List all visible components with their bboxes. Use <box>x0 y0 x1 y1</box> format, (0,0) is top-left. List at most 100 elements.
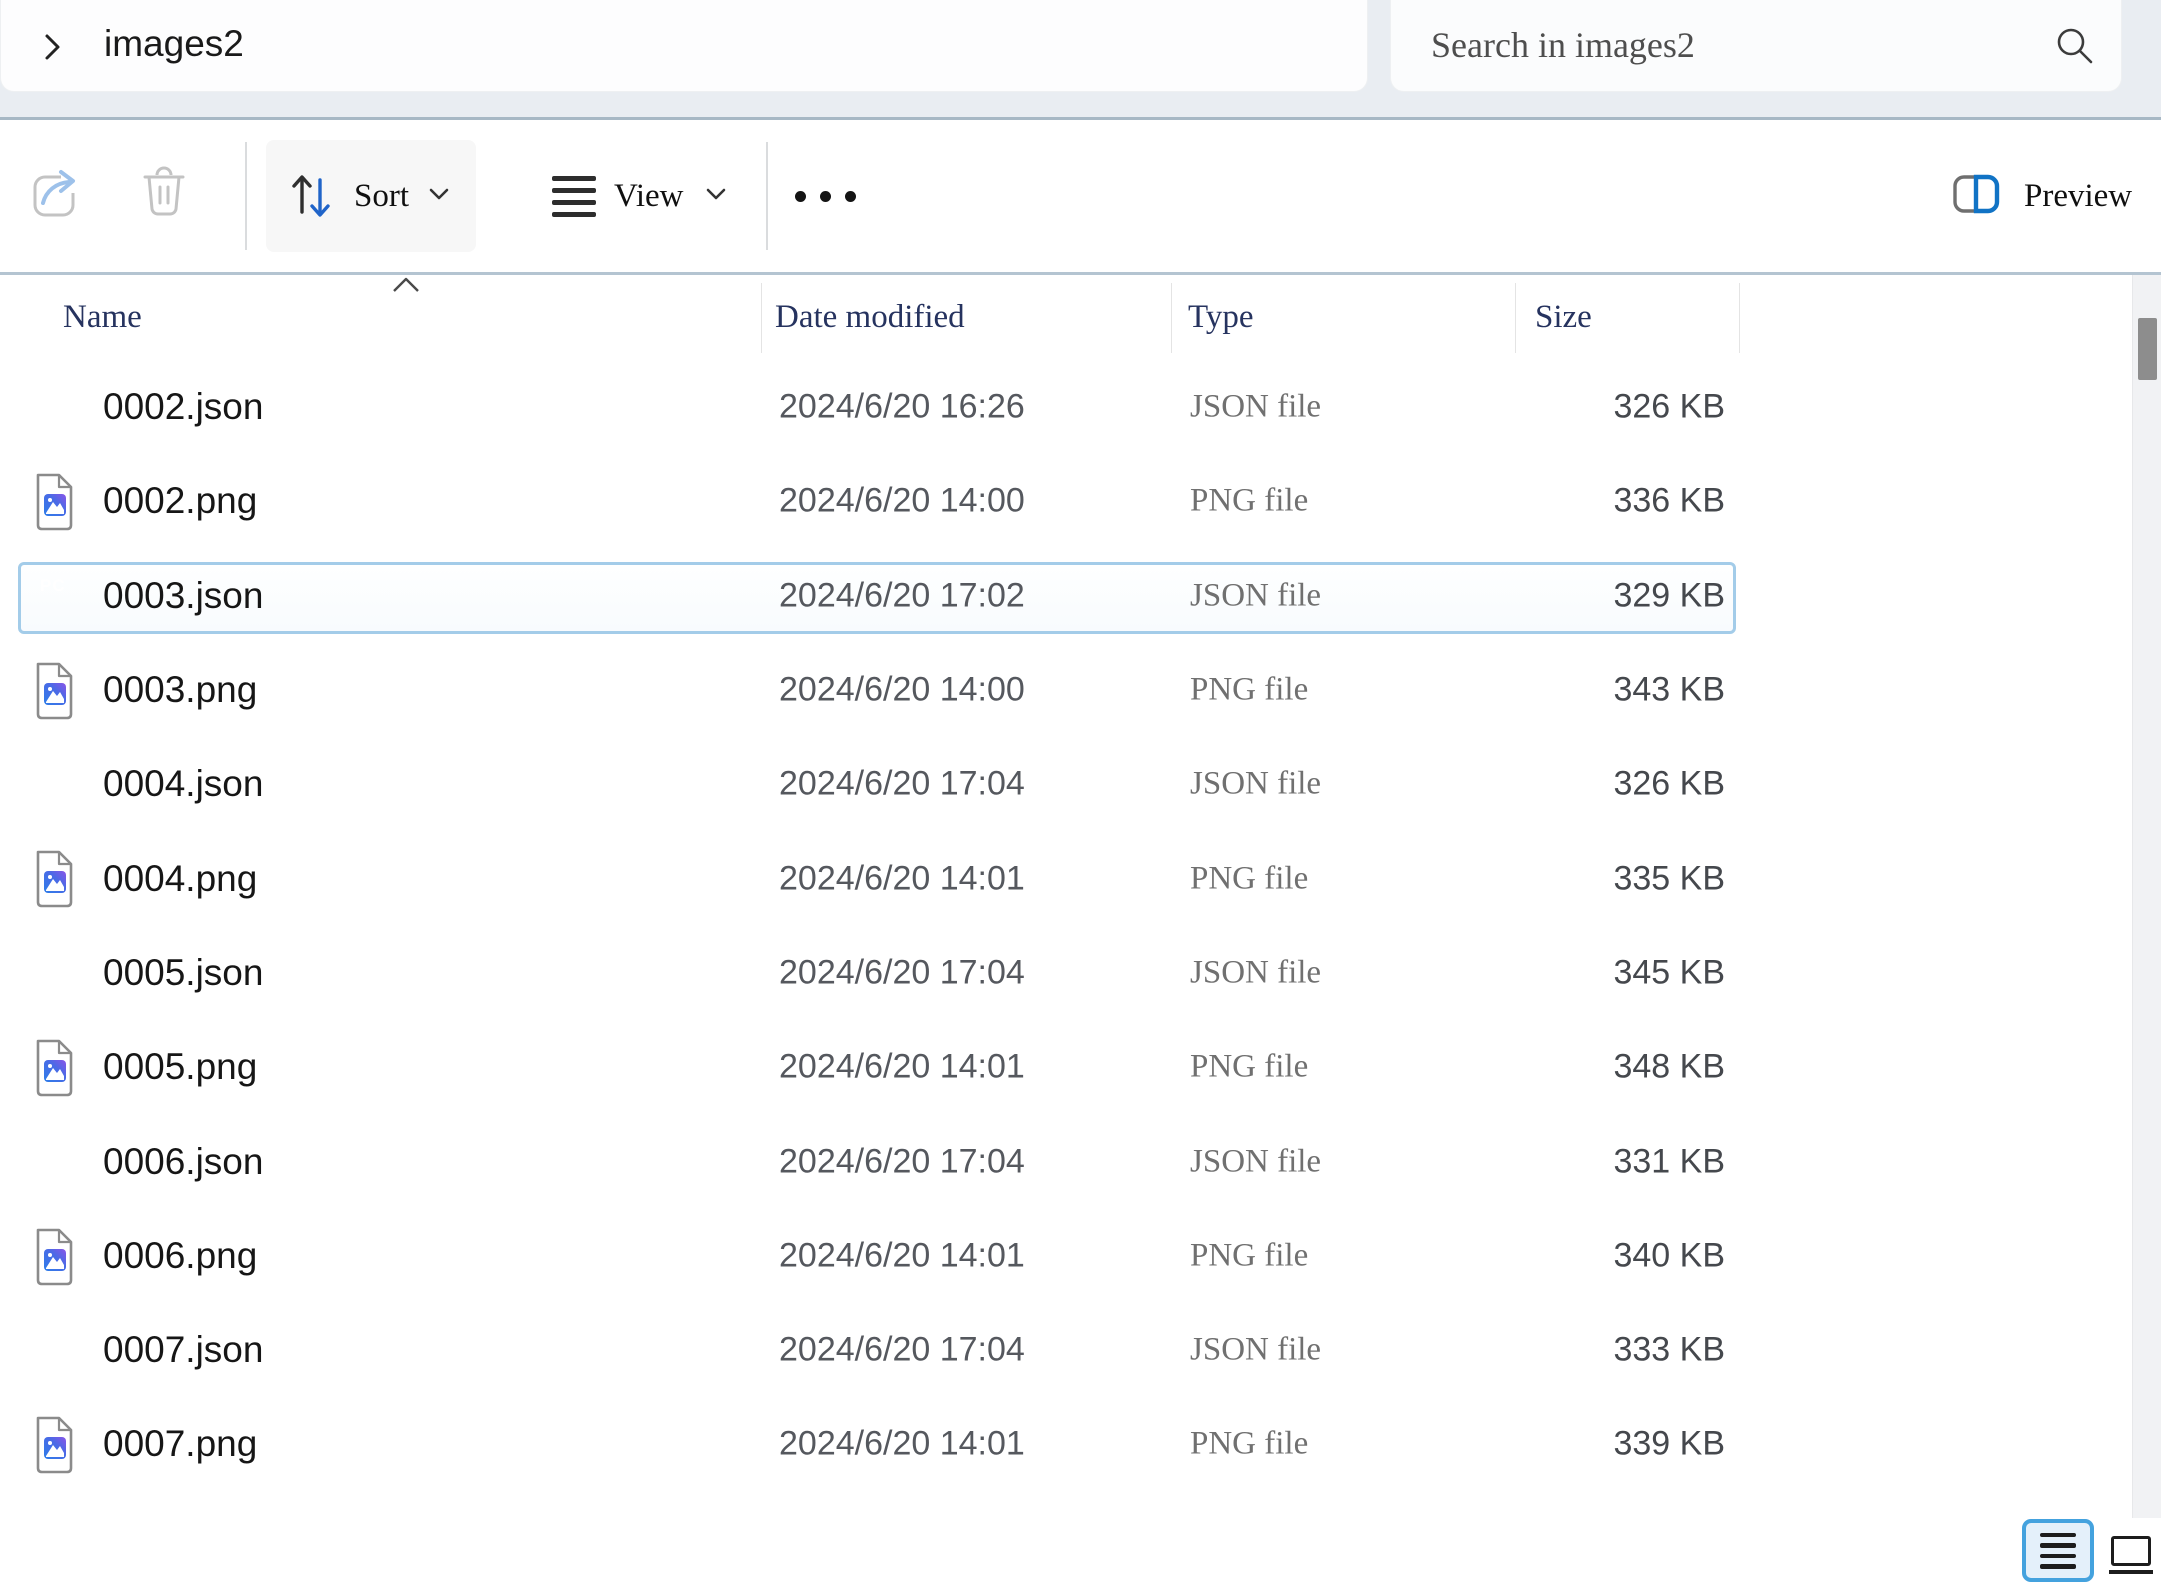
search-input[interactable] <box>1431 0 2031 90</box>
column-header-type[interactable]: Type <box>1188 299 1254 336</box>
breadcrumb-chevron-icon[interactable] <box>39 30 65 69</box>
file-size-cell: 331 KB <box>1515 1142 1725 1181</box>
chevron-down-icon <box>702 183 730 210</box>
vertical-scrollbar-track[interactable] <box>2132 275 2161 1518</box>
table-row[interactable]: 0004.png 2024/6/20 14:01 PNG file 335 KB <box>0 831 2132 925</box>
file-type-cell: JSON file <box>1190 389 1321 426</box>
file-size-cell: 333 KB <box>1515 1331 1725 1370</box>
png-image-file-icon <box>30 1273 78 1290</box>
file-size-cell: 348 KB <box>1515 1048 1725 1087</box>
file-size-cell: 345 KB <box>1515 953 1725 992</box>
column-header-name[interactable]: Name <box>63 299 142 336</box>
file-size-cell: 339 KB <box>1515 1425 1725 1464</box>
date-modified-cell: 2024/6/20 14:01 <box>779 1425 1025 1464</box>
breadcrumb-folder-name[interactable]: images2 <box>104 0 244 92</box>
search-icon[interactable] <box>2053 24 2097 73</box>
file-type-cell: JSON file <box>1190 766 1321 803</box>
table-row[interactable]: 0007.png 2024/6/20 14:01 PNG file 339 KB <box>0 1397 2132 1491</box>
column-header-size[interactable]: Size <box>1535 299 1592 336</box>
date-modified-cell: 2024/6/20 17:02 <box>779 576 1025 615</box>
column-resize-handle[interactable] <box>761 283 762 353</box>
file-type-cell: PNG file <box>1190 672 1308 709</box>
command-toolbar: Sort View Preview <box>0 120 2161 272</box>
table-row[interactable]: 0006.png 2024/6/20 14:01 PNG file 340 KB <box>0 1209 2132 1303</box>
address-bar[interactable]: images2 <box>0 0 1368 92</box>
file-size-cell: 340 KB <box>1515 1236 1725 1275</box>
date-modified-cell: 2024/6/20 14:01 <box>779 1236 1025 1275</box>
column-header-date-modified[interactable]: Date modified <box>775 299 965 336</box>
file-name-cell: 0006.png <box>103 1235 257 1277</box>
details-view-toggle-button[interactable] <box>2022 1519 2094 1582</box>
preview-button[interactable]: Preview <box>1950 140 2156 252</box>
file-type-cell: PNG file <box>1190 1237 1308 1274</box>
file-type-cell: JSON file <box>1190 577 1321 614</box>
png-image-file-icon <box>30 1084 78 1101</box>
date-modified-cell: 2024/6/20 17:04 <box>779 953 1025 992</box>
file-name-cell: 0007.json <box>103 1329 263 1371</box>
file-type-cell: JSON file <box>1190 1332 1321 1369</box>
file-name-cell: 0004.png <box>103 858 257 900</box>
file-size-cell: 336 KB <box>1515 482 1725 521</box>
date-modified-cell: 2024/6/20 17:04 <box>779 1142 1025 1181</box>
more-options-button[interactable] <box>770 140 880 252</box>
file-type-cell: PNG file <box>1190 1426 1308 1463</box>
title-bar: images2 <box>0 0 2161 117</box>
file-size-cell: 335 KB <box>1515 859 1725 898</box>
table-row[interactable]: PC <box>0 1492 2132 1528</box>
file-size-cell: 326 KB <box>1515 765 1725 804</box>
sort-button[interactable]: Sort <box>266 140 476 252</box>
table-row[interactable]: PC 0007.json 2024/6/20 17:04 JSON file 3… <box>0 1303 2132 1397</box>
file-size-cell: 329 KB <box>1515 576 1725 615</box>
table-row[interactable]: PC 0004.json 2024/6/20 17:04 JSON file 3… <box>0 737 2132 831</box>
file-type-cell: JSON file <box>1190 1143 1321 1180</box>
thumbnail-view-toggle-button[interactable] <box>2102 1529 2160 1581</box>
file-name-cell: 0005.json <box>103 952 263 994</box>
column-resize-handle[interactable] <box>1515 283 1516 353</box>
file-type-cell: PNG file <box>1190 1049 1308 1086</box>
file-size-cell: 326 KB <box>1515 388 1725 427</box>
ellipsis-icon <box>795 191 806 202</box>
details-view-icon <box>2040 1533 2076 1538</box>
file-type-cell: PNG file <box>1190 483 1308 520</box>
file-list: PC 0002.json 2024/6/20 16:26 JSON file 3… <box>0 360 2132 1528</box>
file-name-cell: 0004.json <box>103 763 263 805</box>
file-type-cell: PNG file <box>1190 860 1308 897</box>
table-row[interactable]: PC 0005.json 2024/6/20 17:04 JSON file 3… <box>0 926 2132 1020</box>
file-name-cell: 0006.json <box>103 1141 263 1183</box>
file-size-cell: 343 KB <box>1515 671 1725 710</box>
toolbar-separator <box>245 142 247 250</box>
date-modified-cell: 2024/6/20 14:01 <box>779 1048 1025 1087</box>
vertical-scrollbar-thumb[interactable] <box>2138 318 2157 380</box>
column-header-row: Name Date modified Type Size <box>0 275 2161 360</box>
sort-button-label: Sort <box>354 178 409 215</box>
column-resize-handle[interactable] <box>1171 283 1172 353</box>
table-row[interactable]: PC 0002.json 2024/6/20 16:26 JSON file 3… <box>0 360 2132 454</box>
chevron-down-icon <box>425 183 453 210</box>
preview-pane-icon <box>1950 173 2002 220</box>
table-row[interactable]: PC 0006.json 2024/6/20 17:04 JSON file 3… <box>0 1114 2132 1208</box>
table-row[interactable]: 0002.png 2024/6/20 14:00 PNG file 336 KB <box>0 454 2132 548</box>
view-button[interactable]: View <box>528 140 742 252</box>
search-bar[interactable] <box>1390 0 2122 92</box>
png-image-file-icon <box>30 707 78 724</box>
share-button[interactable] <box>10 140 102 252</box>
share-icon <box>23 163 89 230</box>
sort-arrows-icon <box>286 168 338 225</box>
date-modified-cell: 2024/6/20 17:04 <box>779 765 1025 804</box>
date-modified-cell: 2024/6/20 16:26 <box>779 388 1025 427</box>
file-type-cell: JSON file <box>1190 954 1321 991</box>
view-list-icon <box>552 176 596 217</box>
sort-ascending-icon <box>391 276 421 299</box>
column-resize-handle[interactable] <box>1739 283 1740 353</box>
delete-button[interactable] <box>118 140 210 252</box>
file-name-cell: 0003.json <box>103 575 263 617</box>
thumbnail-view-icon <box>2111 1536 2151 1566</box>
table-row[interactable]: 0005.png 2024/6/20 14:01 PNG file 348 KB <box>0 1020 2132 1114</box>
date-modified-cell: 2024/6/20 14:00 <box>779 482 1025 521</box>
png-image-file-icon <box>30 518 78 535</box>
date-modified-cell: 2024/6/20 17:04 <box>779 1331 1025 1370</box>
file-name-cell: 0005.png <box>103 1046 257 1088</box>
table-row[interactable]: 0003.png 2024/6/20 14:00 PNG file 343 KB <box>0 643 2132 737</box>
table-row[interactable]: PC 0003.json 2024/6/20 17:02 JSON file 3… <box>0 549 2132 643</box>
trash-icon <box>135 163 193 230</box>
